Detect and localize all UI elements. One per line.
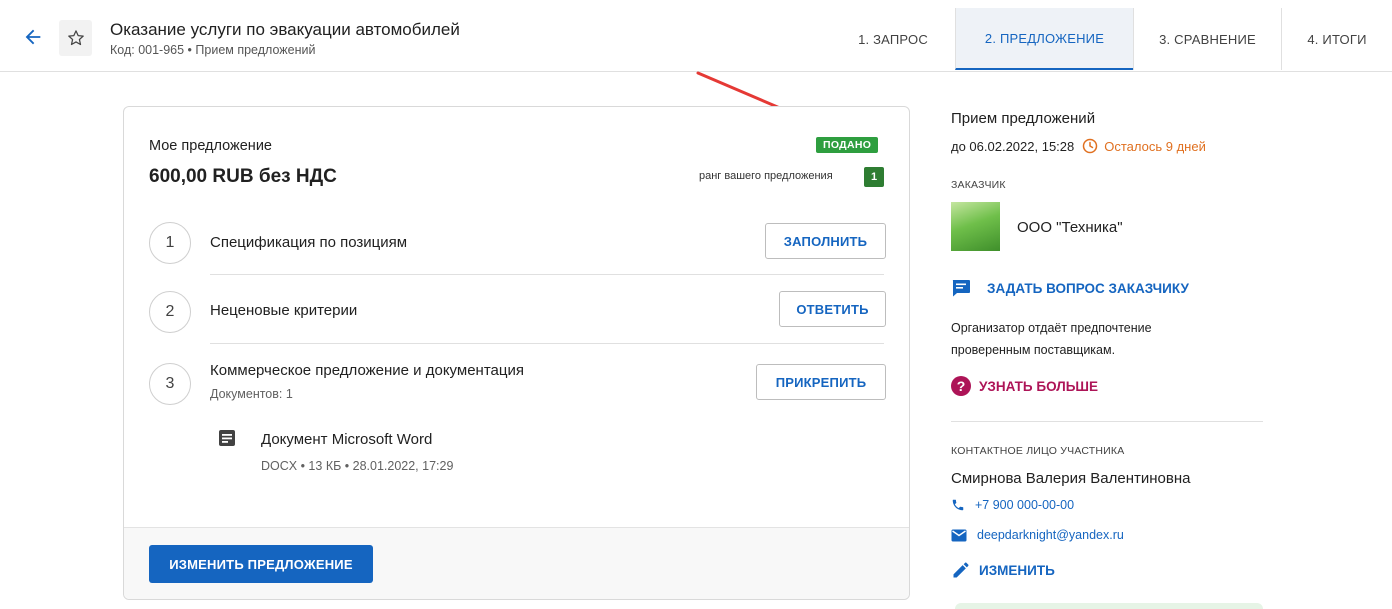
fill-button[interactable]: ЗАПОЛНИТЬ [765,223,886,259]
step-commercial-offer: 3 Коммерческое предложение и документаци… [149,360,886,406]
learn-more-label: УЗНАТЬ БОЛЬШЕ [979,378,1098,394]
offer-price: 600,00 RUB без НДС [149,166,337,187]
deadline-row: до 06.02.2022, 15:28 Осталось 9 дней [951,138,1206,154]
attach-button[interactable]: ПРИКРЕПИТЬ [756,364,886,400]
divider [210,274,884,275]
ask-customer-link[interactable]: ЗАДАТЬ ВОПРОС ЗАКАЗЧИКУ [951,279,1189,297]
learn-more-link[interactable]: ? УЗНАТЬ БОЛЬШЕ [951,376,1098,396]
answer-button[interactable]: ОТВЕТИТЬ [779,291,886,327]
status-badge: ПОДАНО [816,137,879,153]
back-arrow-icon[interactable] [22,26,44,48]
customer-avatar [951,202,1000,251]
star-icon [67,30,84,46]
customer-name[interactable]: ООО "Техника" [1017,219,1123,236]
clock-icon [1083,138,1098,154]
step-number: 1 [149,222,191,264]
change-offer-button[interactable]: ИЗМЕНИТЬ ПРЕДЛОЖЕНИЕ [149,545,373,583]
tab-results[interactable]: 4. ИТОГИ [1281,8,1392,70]
contact-label: КОНТАКТНОЕ ЛИЦО УЧАСТНИКА [951,445,1125,457]
step-label: Неценовые критерии [210,302,358,319]
header-bar: Оказание услуги по эвакуации автомобилей… [0,0,1392,72]
page-title: Оказание услуги по эвакуации автомобилей [110,20,460,39]
favorite-button[interactable] [59,20,92,56]
my-offer-label: Мое предложение [149,138,272,154]
document-icon [219,430,235,446]
info-panel-edge [955,603,1263,609]
tab-request[interactable]: 1. ЗАПРОС [831,8,955,70]
tab-comparison[interactable]: 3. СРАВНЕНИЕ [1133,8,1281,70]
phone-icon [952,499,964,511]
divider [951,421,1263,422]
ask-customer-label: ЗАДАТЬ ВОПРОС ЗАКАЗЧИКУ [987,280,1189,296]
step-label: Спецификация по позициям [210,234,408,251]
document-name[interactable]: Документ Microsoft Word [261,431,432,448]
step-label: Коммерческое предложение и документация [210,362,524,379]
rank-label: ранг вашего предложения [699,170,833,182]
organizer-note: Организатор отдаёт предпочтение проверен… [951,321,1152,357]
contact-phone-row: +7 900 000-00-00 [951,498,1074,512]
rank-badge: 1 [864,167,884,187]
pencil-icon [953,562,969,578]
message-icon [952,280,970,297]
document-meta: DOCX • 13 КБ • 28.01.2022, 17:29 [261,459,454,473]
offer-card: Мое предложение 600,00 RUB без НДС ПОДАН… [123,106,910,600]
contact-email-row: deepdarknight@yandex.ru [951,528,1124,542]
step-tabs: 1. ЗАПРОС 2. ПРЕДЛОЖЕНИЕ 3. СРАВНЕНИЕ 4.… [831,8,1392,70]
documents-count: Документов: 1 [210,387,293,401]
contact-email[interactable]: deepdarknight@yandex.ru [977,528,1124,542]
customer-label: ЗАКАЗЧИК [951,179,1006,191]
deadline-date: до 06.02.2022, 15:28 [951,138,1075,154]
step-specification: 1 Спецификация по позициям ЗАПОЛНИТЬ [149,221,886,265]
stage-title: Прием предложений [951,110,1096,127]
step-number: 2 [149,291,191,333]
help-icon: ? [951,376,971,396]
email-icon [951,529,967,541]
page-subtitle: Код: 001-965 • Прием предложений [110,43,316,57]
tab-offer[interactable]: 2. ПРЕДЛОЖЕНИЕ [955,8,1133,70]
step-number: 3 [149,363,191,405]
time-remaining: Осталось 9 дней [1104,138,1206,154]
edit-contact-link[interactable]: ИЗМЕНИТЬ [951,560,1055,580]
contact-name: Смирнова Валерия Валентиновна [951,470,1191,487]
edit-label: ИЗМЕНИТЬ [979,562,1055,578]
contact-phone[interactable]: +7 900 000-00-00 [975,498,1074,512]
step-non-price-criteria: 2 Неценовые критерии ОТВЕТИТЬ [149,290,886,334]
divider [210,343,884,344]
